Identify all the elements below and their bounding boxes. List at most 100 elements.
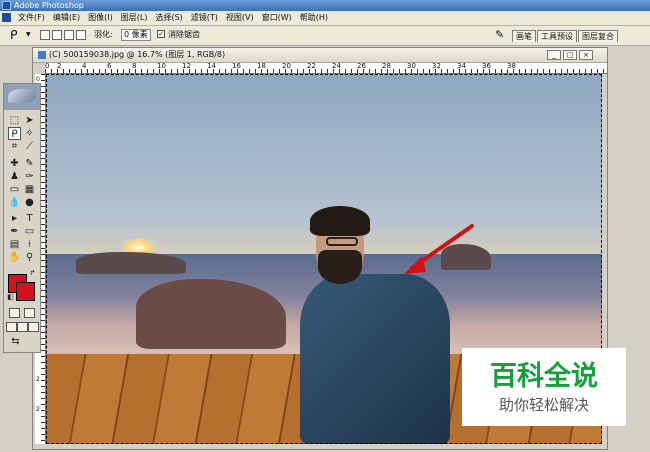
screen-mode-full-button[interactable] xyxy=(28,322,39,332)
ruler-label: 10 xyxy=(157,63,166,70)
ruler-label: 38 xyxy=(507,63,516,70)
menu-window[interactable]: 窗口(W) xyxy=(260,11,294,25)
swap-colors-icon[interactable]: ↱ xyxy=(26,267,39,280)
path-selection-tool-icon[interactable]: ▸ xyxy=(8,212,21,225)
background-color-swatch[interactable] xyxy=(16,282,35,301)
tool-preset-chevron-down-icon[interactable]: ▼ xyxy=(26,31,31,38)
eraser-tool-icon[interactable]: ▭ xyxy=(8,183,21,196)
blur-tool-icon[interactable]: 💧 xyxy=(8,196,21,209)
app-titlebar: Adobe Photoshop xyxy=(0,0,650,11)
screen-mode-full-menu-button[interactable] xyxy=(17,322,28,332)
ruler-label: 30 xyxy=(407,63,416,70)
feather-label: 羽化: xyxy=(94,30,113,39)
antialias-checkbox[interactable]: ✓ xyxy=(157,30,165,38)
lasso-tool-icon[interactable]: ᑭ xyxy=(8,127,21,140)
toolbox: ⬚ ➤ ᑭ ✧ ⌗ ⟋ ✚ ✎ ♟ ✑ ▭ ▦ 💧 ● ▸ T ✒ ▭ ▤ ⟊ … xyxy=(3,83,41,353)
default-colors-icon[interactable]: ◧ xyxy=(4,291,17,304)
palette-tab-layer-comps[interactable]: 图层复合 xyxy=(578,30,618,42)
rock-left xyxy=(76,252,186,274)
ruler-ticks xyxy=(45,69,607,73)
ruler-label: 0 xyxy=(36,76,40,83)
menu-layer[interactable]: 图层(L) xyxy=(119,11,150,25)
close-button[interactable]: × xyxy=(579,50,593,60)
menu-items: 文件(F) 编辑(E) 图像(I) 图层(L) 选择(S) 滤镜(T) 视图(V… xyxy=(16,11,330,25)
healing-brush-tool-icon[interactable]: ✚ xyxy=(8,157,21,170)
pen-tool-icon[interactable]: ✒ xyxy=(8,225,21,238)
eyedropper-tool-icon[interactable]: ⟊ xyxy=(23,238,36,251)
zoom-tool-icon[interactable]: ⚲ xyxy=(23,251,36,264)
standard-mode-button[interactable] xyxy=(9,308,20,318)
ruler-horizontal[interactable]: 0 2 4 6 8 10 12 14 16 18 20 22 24 26 28 … xyxy=(45,63,607,74)
ruler-label: 36 xyxy=(482,63,491,70)
dodge-tool-icon[interactable]: ● xyxy=(23,196,36,209)
palette-tab-tool-presets[interactable]: 工具预设 xyxy=(537,30,577,42)
slice-tool-icon[interactable]: ⟋ xyxy=(23,140,36,153)
type-tool-icon[interactable]: T xyxy=(23,212,36,225)
ruler-label: 24 xyxy=(332,63,341,70)
gradient-tool-icon[interactable]: ▦ xyxy=(23,183,36,196)
minimize-button[interactable]: _ xyxy=(547,50,561,60)
notes-tool-icon[interactable]: ▤ xyxy=(8,238,21,251)
screen-mode-standard-button[interactable] xyxy=(6,322,17,332)
ruler-label: 8 xyxy=(132,63,137,70)
ruler-label: 4 xyxy=(82,63,87,70)
clone-stamp-tool-icon[interactable]: ♟ xyxy=(8,170,21,183)
man-hair xyxy=(310,206,370,236)
watermark-main-text: 百科全说 xyxy=(490,361,598,392)
ruler-label: 2 xyxy=(57,63,62,70)
ruler-label: 16 xyxy=(232,63,241,70)
photoshop-feather-icon xyxy=(8,89,36,103)
maximize-button[interactable]: □ xyxy=(563,50,577,60)
ruler-label: 34 xyxy=(457,63,466,70)
feather-input[interactable]: 0 像素 xyxy=(121,29,151,41)
lasso-tool-icon[interactable]: ᑭ xyxy=(10,29,24,41)
watermark-sub-text: 助你轻松解决 xyxy=(498,396,589,414)
add-selection-button[interactable] xyxy=(52,30,62,40)
menu-image[interactable]: 图像(I) xyxy=(86,11,115,25)
new-selection-button[interactable] xyxy=(40,30,50,40)
ruler-label: 26 xyxy=(357,63,366,70)
document-titlebar[interactable]: (C) 500159038.jpg @ 16.7% (图层 1, RGB/8) … xyxy=(33,48,607,63)
document-title: (C) 500159038.jpg @ 16.7% (图层 1, RGB/8) xyxy=(49,50,226,59)
ruler-label: 12 xyxy=(182,63,191,70)
ruler-label: 32 xyxy=(432,63,441,70)
brush-palette-icon[interactable]: ✎ xyxy=(495,29,507,41)
quick-mask-mode-button[interactable] xyxy=(24,308,35,318)
palette-tab-brushes[interactable]: 画笔 xyxy=(512,30,536,42)
watermark-box: 百科全说 助你轻松解决 xyxy=(462,348,626,426)
marquee-tool-icon[interactable]: ⬚ xyxy=(8,114,21,127)
annotation-arrow-icon xyxy=(404,224,474,274)
move-tool-icon[interactable]: ➤ xyxy=(23,114,36,127)
menu-file[interactable]: 文件(F) xyxy=(16,11,47,25)
menu-view[interactable]: 视图(V) xyxy=(224,11,256,25)
menu-help[interactable]: 帮助(H) xyxy=(298,11,330,25)
menu-select[interactable]: 选择(S) xyxy=(153,11,184,25)
magic-wand-tool-icon[interactable]: ✧ xyxy=(23,127,36,140)
intersect-selection-button[interactable] xyxy=(76,30,86,40)
palette-well: 画笔 工具预设 图层复合 xyxy=(512,30,619,42)
ruler-label: 18 xyxy=(257,63,266,70)
ruler-label: 28 xyxy=(382,63,391,70)
photoshop-icon xyxy=(2,1,11,10)
eyeglasses xyxy=(326,237,358,246)
ruler-label: 2 xyxy=(36,406,40,413)
ruler-label: 14 xyxy=(207,63,216,70)
history-brush-tool-icon[interactable]: ✑ xyxy=(23,170,36,183)
menu-edit[interactable]: 编辑(E) xyxy=(51,11,82,25)
ruler-label: 2 xyxy=(36,376,40,383)
denim-shirt xyxy=(300,274,450,444)
menu-filter[interactable]: 滤镜(T) xyxy=(189,11,220,25)
photoshop-menu-icon[interactable] xyxy=(2,13,11,22)
brush-tool-icon[interactable]: ✎ xyxy=(23,157,36,170)
ruler-label: 6 xyxy=(107,63,112,70)
document-icon xyxy=(38,51,46,59)
shape-tool-icon[interactable]: ▭ xyxy=(23,225,36,238)
hand-tool-icon[interactable]: ✋ xyxy=(8,251,21,264)
jump-to-imageready-icon[interactable]: ⇆ xyxy=(9,335,22,348)
crop-tool-icon[interactable]: ⌗ xyxy=(8,140,21,153)
antialias-label: 消除锯齿 xyxy=(168,30,200,39)
ruler-label: 0 xyxy=(45,63,50,70)
ruler-label: 22 xyxy=(307,63,316,70)
toolbox-header[interactable] xyxy=(4,84,40,110)
subtract-selection-button[interactable] xyxy=(64,30,74,40)
